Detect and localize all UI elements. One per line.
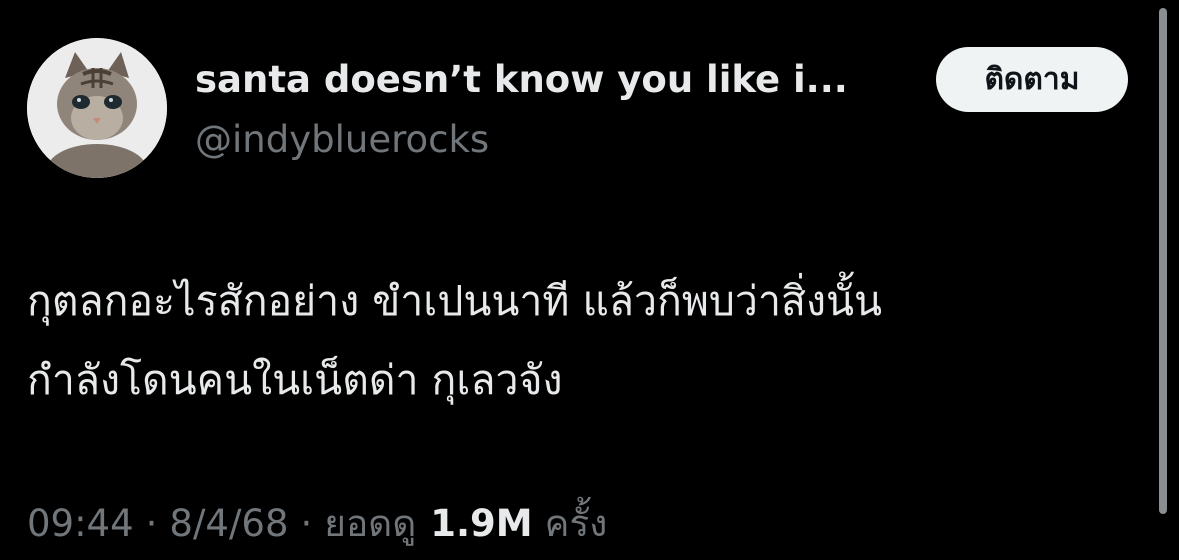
separator-dot: · [145,502,158,545]
tweet-date[interactable]: 8/4/68 [169,502,288,545]
tweet-time[interactable]: 09:44 [27,502,134,545]
kitten-avatar-image [27,38,167,178]
scrollbar[interactable] [1159,8,1167,514]
tweet-text-line: กุตลกอะไรสักอย่าง ขำเปนนาที แล้วก็พบว่าส… [27,277,883,325]
author-display-name[interactable]: santa doesn’t know you like i... [195,58,848,101]
tweet-detail: santa doesn’t know you like i... @indybl… [0,0,1179,560]
author-avatar[interactable] [27,38,167,178]
author-handle[interactable]: @indybluerocks [195,118,489,161]
views-count: 1.9M [430,502,533,545]
separator-dot: · [300,502,313,545]
tweet-text: กุตลกอะไรสักอย่าง ขำเปนนาที แล้วก็พบว่าส… [27,262,1137,420]
tweet-metadata: 09:44 · 8/4/68 · ยอดดู 1.9M ครั้ง [27,494,607,553]
follow-button[interactable]: ติดตาม [936,47,1128,112]
views-suffix: ครั้ง [544,502,608,545]
tweet-text-line: กำลังโดนคนในเน็ตด่า กุเลวจัง [27,356,563,404]
views-label: ยอดดู [324,502,417,545]
